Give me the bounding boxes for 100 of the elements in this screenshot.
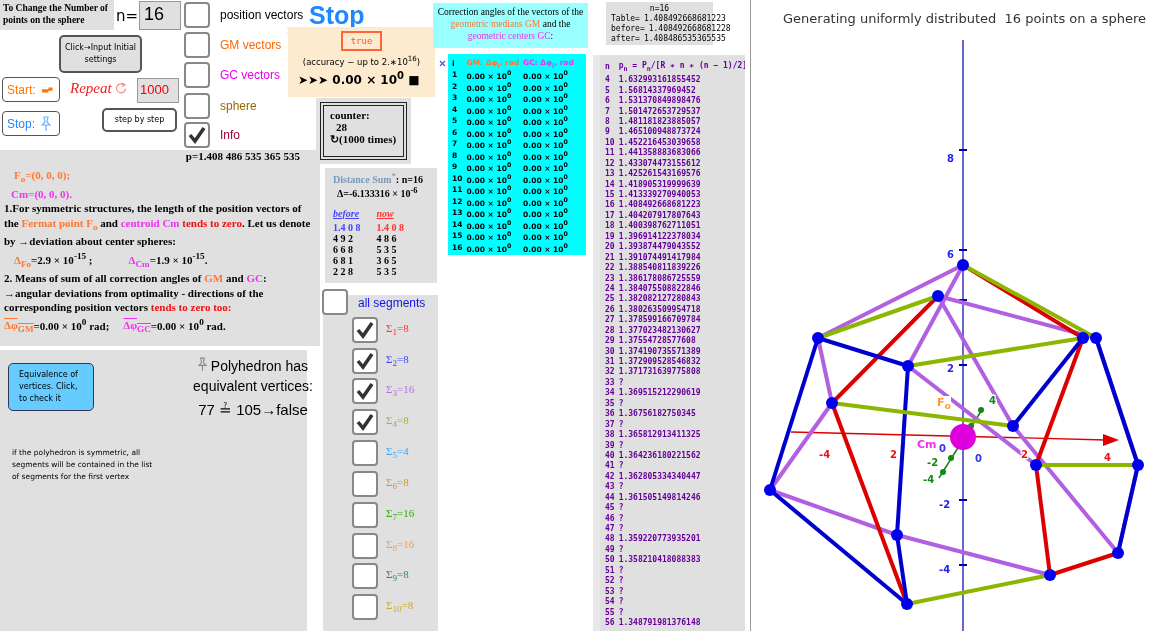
table-cell-text: 19 [604,231,616,242]
digit-group: 4 9 2 [333,232,361,244]
true-button[interactable]: true [340,31,383,51]
deviation-value: Δ$_{Fo}$=2.9 × 10$^{-15}$ ; [14,249,93,271]
angle-value: Δφ$_{GC}$=0.00 × 10$^{0}$ rad. [123,315,226,337]
tick-label: -4 [923,474,935,485]
point-label: Cm [917,438,937,451]
centroid-text: Cm=(0, 0, 0). [10,186,73,202]
correction-title: Correction angles of the vectors of the geometric medians GM and the geometric centers GC: [433,3,588,48]
table-cell-text: 42 [604,471,616,482]
table-cell-text: 47 [604,523,616,534]
table-cell-text: 1.465100948873724 [617,127,702,138]
table-cell-text: 1.382082127280843 [617,294,702,305]
table-cell-text: 1.377023482130627 [617,325,702,336]
checkbox[interactable] [352,348,378,374]
table-cell-text: 16 [604,200,616,211]
summary-label: after= [611,34,640,44]
table-cell-text: 14 [604,179,616,190]
start-button[interactable]: Start: [2,77,60,102]
checkbox[interactable] [352,594,378,620]
checkbox[interactable] [352,378,378,404]
equivalence-button[interactable]: Equivalence of vertices. Click, to check it [8,363,94,411]
table-cell-text: 32 [604,367,616,378]
table-cell-text: 1.380263509954718 [617,304,702,315]
tick-label: 2 [947,363,954,374]
tick-label: 4 [1104,452,1111,463]
distance-delta: Δ=-6.133316 × 10$^{-6}$ [336,185,419,200]
pin-icon [197,357,207,371]
checkbox[interactable] [184,2,210,28]
table-cell-text: ? [617,586,625,597]
checkbox[interactable] [352,440,378,466]
centroid-sphere [950,424,976,450]
y-axis [938,407,984,479]
column-header: now [376,207,395,219]
checkmark-icon [356,382,374,400]
table-cell: ? [616,544,745,556]
repeat-count-field[interactable]: 1000 [137,78,179,103]
table-cell-text: 5 [604,85,611,96]
table-cell-text: 39 [604,440,616,451]
table-cell-text: 45 [604,502,616,514]
digit-group: 5 3 5 [376,243,404,255]
checkbox[interactable] [352,471,378,497]
tick-label: -4 [939,564,951,575]
tick-label: 6 [947,249,954,260]
input-settings-button[interactable]: Click→Input Initial settings [59,35,142,73]
summary-value: 1.408492668681228 [648,24,731,34]
stop-link[interactable]: Stop [309,1,365,30]
digit-group: 6 6 8 [333,243,361,255]
table-cell-text: 18 [604,221,616,232]
table-cell-text: 53 [604,586,616,597]
checkbox[interactable] [184,122,210,148]
table-cell-text: 43 [604,482,616,493]
checkbox[interactable] [352,533,378,559]
info-paragraph: 1.For symmetric structures, the length of the position vectors of the Fermat point F$_{o}$ and centroid Cm tends to zero. Let us denote by →deviation about center spheres: [4,201,312,249]
table-cell: ? [616,377,745,389]
table-cell-text: 1.371731639775808 [617,367,702,378]
table-cell-text: 1.393874479043552 [617,242,702,253]
table-cell-text: 49 [604,544,616,555]
checkbox[interactable] [352,563,378,589]
digit-group: 2 2 8 [333,265,361,277]
settings-label: To Change the Number of points on the sphere [0,0,114,30]
step-button[interactable]: step by step [102,108,177,132]
checkbox[interactable] [184,93,210,119]
table-cell-text: 24 [604,283,616,294]
digit-group: 5 3 5 [376,265,404,277]
summary-value: 1.408492668681223 [643,14,726,24]
segment-count-label: Σ$_{8}$=16 [386,538,415,554]
table-cell-text: 25 [604,294,616,305]
checkbox[interactable] [352,502,378,528]
table-cell-text: 33 [604,377,616,388]
table-cell-text: 28 [604,325,616,336]
table-cell-text: 1.364236180221562 [617,450,702,461]
checkbox[interactable] [184,62,210,88]
digit-group: 3 6 5 [376,254,404,266]
checkbox[interactable] [322,289,348,315]
table-cell-text: 1.425261543169576 [617,168,702,180]
origin-label: 0 [975,453,982,464]
table-cell-text: 1.441358883683066 [617,148,702,159]
table-cell-text: 1.348791981376148 [617,617,702,629]
column-header: n [603,59,617,75]
checkbox[interactable] [352,317,378,343]
checkbox[interactable] [184,32,210,58]
table-cell-text: 4 [604,75,611,86]
table-cell-text: 21 [604,252,616,263]
n-input-field[interactable]: 16 [139,1,181,30]
table-cell-text: 12 [604,158,616,169]
table-cell-text: ? [617,565,625,576]
checkbox[interactable] [352,409,378,435]
table-cell: ? [616,607,745,618]
tick-label: 8 [947,153,954,164]
table-cell-text: ? [617,576,625,587]
table-cell-text: 23 [604,273,616,284]
stop-button[interactable]: Stop: [2,111,60,136]
close-icon[interactable] [439,60,446,67]
table-cell-text: ? [617,513,625,524]
table-cell-text: 1.386178086725559 [617,273,702,284]
table-cell-text: 10 [604,137,616,148]
table-cell-text: 1.413339270940053 [617,189,702,200]
table-cell-text: 1.396914122378034 [617,231,702,242]
tick-label: 2 [890,449,897,460]
